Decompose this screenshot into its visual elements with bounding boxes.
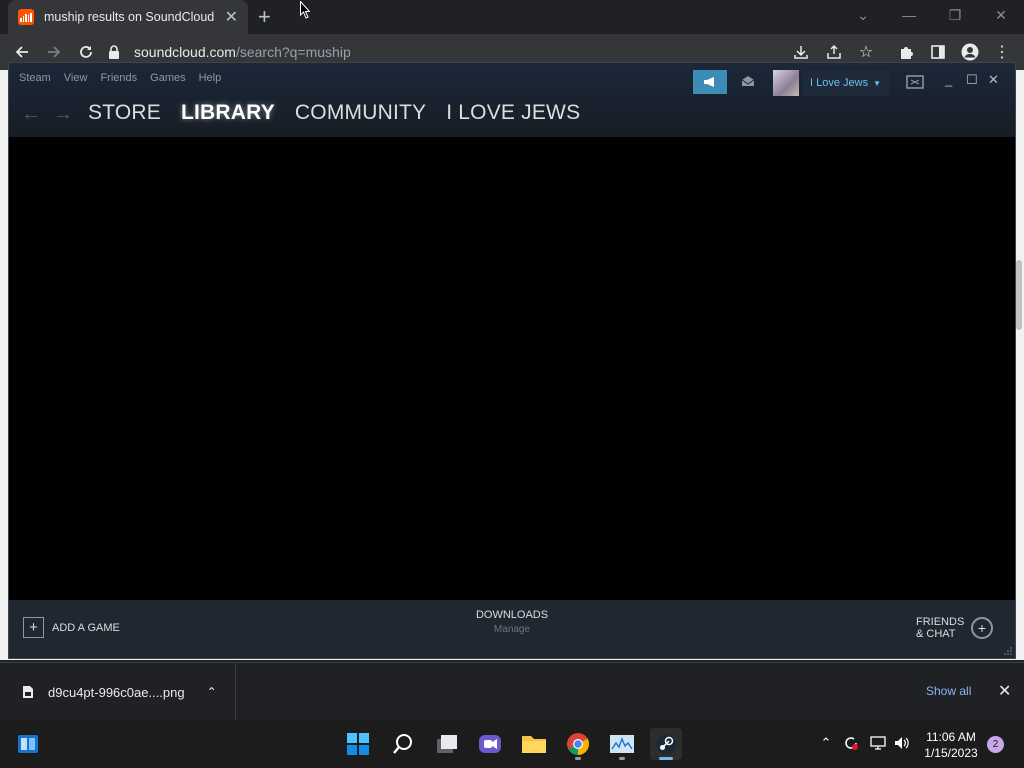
friends-chat-button[interactable]: FRIENDS & CHAT <box>916 616 964 640</box>
url-host: soundcloud.com <box>134 44 236 60</box>
windows-taskbar: ⌃ 11:06 AM 1/15/2023 <box>0 720 1024 768</box>
volume-icon[interactable] <box>893 734 911 752</box>
task-view-icon[interactable] <box>431 728 463 760</box>
tab-search-icon[interactable]: ⌄ <box>840 0 886 30</box>
account-menu[interactable]: I Love Jews ▼ <box>803 70 889 96</box>
steam-menu-item[interactable]: Friends <box>100 72 137 84</box>
steam-minimize-icon[interactable]: _ <box>945 72 952 87</box>
clock-time: 11:06 AM <box>926 730 976 744</box>
widgets-icon[interactable] <box>12 728 44 760</box>
chevron-up-icon[interactable]: ⌃ <box>817 734 835 752</box>
system-clock[interactable]: 11:06 AM 1/15/2023 <box>921 729 981 761</box>
share-icon[interactable] <box>822 40 846 64</box>
friends-label: FRIENDS <box>916 616 965 628</box>
nav-tab-profile[interactable]: I LOVE JEWS <box>446 101 580 125</box>
steam-window: Steam View Friends Games Help I Love Jew… <box>8 62 1016 659</box>
steam-back-icon[interactable]: ← <box>21 103 41 126</box>
file-icon <box>23 686 33 698</box>
account-name: I Love Jews <box>810 77 869 89</box>
nav-tab-store[interactable]: STORE <box>88 101 161 125</box>
chat-label: & CHAT <box>916 628 956 640</box>
add-game-label: ADD A GAME <box>52 621 120 634</box>
downloads-title: DOWNLOADS <box>475 609 549 621</box>
clock-date: 1/15/2023 <box>924 746 978 760</box>
browser-tab-strip: muship results on SoundCloud ✕ + ⌄ — ❐ ✕ <box>0 0 1024 34</box>
page-scrollbar[interactable] <box>1016 260 1022 330</box>
url-path: /search?q=muship <box>235 44 351 60</box>
chevron-up-icon[interactable]: ⌃ <box>207 685 217 699</box>
reload-icon[interactable] <box>74 40 98 64</box>
running-indicator <box>575 757 581 760</box>
minimize-icon[interactable]: — <box>886 0 932 30</box>
chrome-icon[interactable] <box>562 728 594 760</box>
file-explorer-icon[interactable] <box>518 728 550 760</box>
search-icon[interactable] <box>387 728 419 760</box>
notification-badge[interactable]: 2 <box>987 736 1004 753</box>
announcements-button[interactable] <box>693 70 727 94</box>
lock-icon <box>109 45 119 59</box>
steam-close-icon[interactable]: ✕ <box>988 72 999 88</box>
big-picture-icon[interactable] <box>906 75 924 89</box>
network-icon[interactable] <box>869 734 887 752</box>
browser-tab[interactable]: muship results on SoundCloud ✕ <box>8 0 248 34</box>
forward-icon[interactable] <box>42 40 66 64</box>
steam-menu-item[interactable]: View <box>64 72 88 84</box>
tab-close-icon[interactable]: ✕ <box>225 7 238 27</box>
downloads-button[interactable]: DOWNLOADS Manage <box>462 609 562 635</box>
side-panel-icon[interactable] <box>926 40 950 64</box>
sync-icon[interactable] <box>842 734 860 752</box>
download-file-name: d9cu4pt-996c0ae....png <box>48 684 185 700</box>
download-item[interactable]: d9cu4pt-996c0ae....png ⌃ <box>14 663 236 721</box>
steam-menu-bar: Steam View Friends Games Help <box>19 72 234 84</box>
monitor-app-icon[interactable] <box>606 728 638 760</box>
new-tab-icon[interactable]: + <box>258 4 271 30</box>
running-indicator <box>619 757 625 760</box>
tab-title: muship results on SoundCloud <box>44 10 215 24</box>
restore-icon[interactable]: ❐ <box>932 0 978 30</box>
show-all-button[interactable]: Show all <box>926 684 971 698</box>
meet-icon[interactable] <box>474 728 506 760</box>
nav-tab-community[interactable]: COMMUNITY <box>295 101 426 125</box>
megaphone-icon <box>704 77 714 87</box>
steam-main-nav: STORE LIBRARY COMMUNITY I LOVE JEWS <box>88 101 600 125</box>
bookmark-star-icon[interactable]: ☆ <box>854 40 878 64</box>
plus-icon: + <box>23 617 44 638</box>
back-icon[interactable] <box>10 40 34 64</box>
profile-icon[interactable] <box>958 40 982 64</box>
steam-footer: + ADD A GAME DOWNLOADS Manage FRIENDS & … <box>9 600 1015 658</box>
steam-forward-icon[interactable]: → <box>53 103 73 126</box>
close-shelf-icon[interactable]: ✕ <box>998 681 1011 701</box>
running-indicator <box>659 757 673 760</box>
avatar[interactable] <box>773 70 799 96</box>
steam-icon[interactable] <box>650 728 682 760</box>
mail-icon[interactable] <box>741 75 755 87</box>
mouse-cursor-icon <box>300 1 310 19</box>
downloads-manage: Manage <box>493 624 531 635</box>
steam-header: Steam View Friends Games Help I Love Jew… <box>9 63 1015 137</box>
steam-menu-item[interactable]: Help <box>199 72 222 84</box>
extensions-icon[interactable] <box>894 40 918 64</box>
soundcloud-favicon <box>18 9 34 25</box>
download-shelf: d9cu4pt-996c0ae....png ⌃ Show all ✕ <box>0 662 1024 721</box>
resize-grip-icon[interactable] <box>1003 646 1013 656</box>
windows-start-icon[interactable] <box>342 728 374 760</box>
more-menu-icon[interactable]: ⋮ <box>990 40 1014 64</box>
close-window-icon[interactable]: ✕ <box>978 0 1024 30</box>
add-game-button[interactable]: + ADD A GAME <box>23 617 120 638</box>
steam-maximize-icon[interactable]: ☐ <box>966 72 978 88</box>
steam-menu-item[interactable]: Games <box>150 72 185 84</box>
steam-content-area <box>9 137 1015 600</box>
download-icon[interactable] <box>789 40 813 64</box>
chevron-down-icon: ▼ <box>873 78 882 88</box>
steam-menu-item[interactable]: Steam <box>19 72 51 84</box>
friends-add-icon[interactable]: + <box>971 617 993 639</box>
nav-tab-library[interactable]: LIBRARY <box>181 101 275 125</box>
